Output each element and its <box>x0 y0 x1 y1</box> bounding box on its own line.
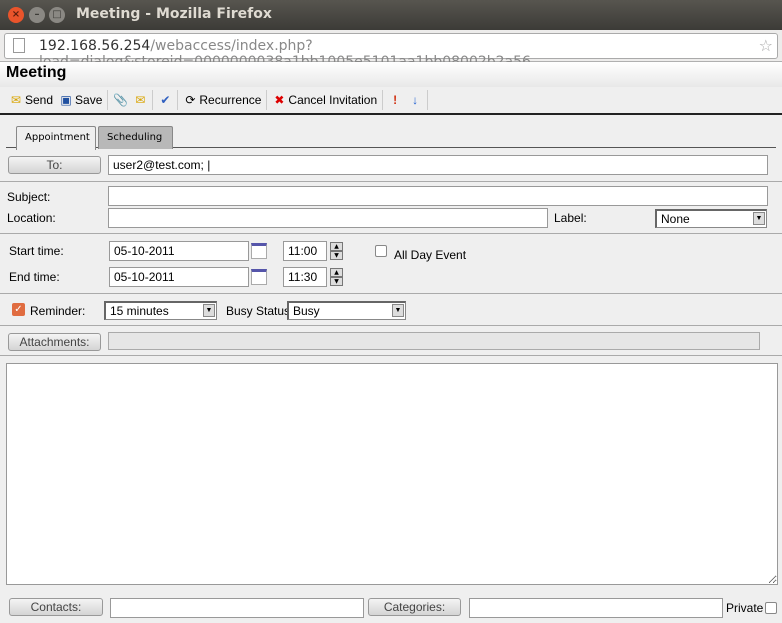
body-textarea[interactable] <box>6 363 778 585</box>
categories-button[interactable]: Categories: <box>368 598 461 616</box>
start-time-input[interactable]: 11:00 <box>283 241 327 261</box>
calendar-icon[interactable] <box>251 269 267 285</box>
all-day-label: All Day Event <box>394 248 467 262</box>
url-input[interactable]: 192.168.56.254/webaccess/index.php?load=… <box>4 33 778 70</box>
toolbar-separator <box>382 90 384 110</box>
low-priority-button[interactable]: ↓ <box>405 89 425 111</box>
user-check-icon: ✔ <box>160 93 171 107</box>
paperclip-icon: 📎 <box>113 93 129 107</box>
reminder-label: Reminder: <box>30 304 86 318</box>
window-title: Meeting - Mozilla Firefox <box>76 6 272 22</box>
bookmark-star-icon[interactable]: ☆ <box>752 36 773 55</box>
end-time-label: End time: <box>9 270 60 284</box>
close-window-button[interactable]: × <box>8 7 24 23</box>
url-host: 192.168.56.254 <box>39 38 151 54</box>
toolbar-separator <box>266 90 268 110</box>
recurrence-icon: ⟳ <box>185 93 196 107</box>
save-label: Save <box>75 93 103 107</box>
reminder-checkbox[interactable]: ✓ <box>12 303 25 316</box>
toolbar-separator <box>107 90 109 110</box>
label-label: Label: <box>554 211 587 225</box>
maximize-window-button[interactable]: □ <box>49 7 65 23</box>
recurrence-label: Recurrence <box>199 93 262 107</box>
recurrence-button[interactable]: ⟳ Recurrence <box>180 89 264 111</box>
divider <box>0 325 782 326</box>
calendar-icon[interactable] <box>251 243 267 259</box>
cancel-invitation-button[interactable]: ✖ Cancel Invitation <box>269 89 380 111</box>
location-input[interactable] <box>108 208 548 228</box>
categories-input[interactable] <box>469 598 723 618</box>
minimize-window-button[interactable]: – <box>29 7 45 23</box>
tab-appointment[interactable]: Appointment <box>16 126 96 150</box>
exclamation-icon: ! <box>393 93 398 107</box>
envelope-attachment-icon: ✉ <box>135 93 146 107</box>
start-time-label: Start time: <box>9 244 64 258</box>
spin-down-icon[interactable]: ▼ <box>330 251 343 260</box>
divider <box>0 293 782 294</box>
cancel-invitation-label: Cancel Invitation <box>288 93 378 107</box>
divider <box>0 181 782 182</box>
toolbar-separator <box>427 90 429 110</box>
label-select[interactable]: None ▼ <box>655 209 767 228</box>
start-date-input[interactable]: 05-10-2011 <box>109 241 249 261</box>
reminder-value: 15 minutes <box>110 304 169 318</box>
spin-down-icon[interactable]: ▼ <box>330 277 343 286</box>
location-label: Location: <box>7 211 56 225</box>
to-input[interactable]: user2@test.com; | <box>108 155 768 175</box>
send-button[interactable]: ✉ Send <box>6 89 56 111</box>
busy-status-label: Busy Status: <box>226 304 294 318</box>
attach-item-button[interactable]: ✉ <box>130 89 150 111</box>
all-day-checkbox[interactable] <box>375 245 387 257</box>
subject-label: Subject: <box>7 190 51 204</box>
busy-status-select[interactable]: Busy ▼ <box>287 301 406 320</box>
floppy-disk-icon: ▣ <box>60 93 72 107</box>
high-priority-button[interactable]: ! <box>385 89 405 111</box>
spin-up-icon[interactable]: ▲ <box>330 268 343 277</box>
contacts-button[interactable]: Contacts: <box>9 598 103 616</box>
contacts-input[interactable] <box>110 598 364 618</box>
busy-status-value: Busy <box>293 304 320 318</box>
envelope-icon: ✉ <box>10 93 22 107</box>
chevron-down-icon: ▼ <box>753 212 765 225</box>
end-date-input[interactable]: 05-10-2011 <box>109 267 249 287</box>
url-bar: 192.168.56.254/webaccess/index.php?load=… <box>0 30 782 70</box>
reminder-select[interactable]: 15 minutes ▼ <box>104 301 217 320</box>
private-checkbox[interactable] <box>765 602 777 614</box>
start-time-spinner[interactable]: ▲ ▼ <box>330 242 343 260</box>
attachments-button[interactable]: Attachments: <box>8 333 101 351</box>
divider <box>0 233 782 234</box>
attach-button[interactable]: 📎 <box>110 89 130 111</box>
toolbar-separator <box>177 90 179 110</box>
toolbar: ✉ Send ▣ Save 📎 ✉ ✔ ⟳ Recurrence ✖ Cancel In… <box>0 87 782 115</box>
send-label: Send <box>25 93 54 107</box>
check-names-button[interactable]: ✔ <box>155 89 175 111</box>
window-titlebar: × – □ Meeting - Mozilla Firefox <box>0 0 782 30</box>
to-button[interactable]: To: <box>8 156 101 174</box>
chevron-down-icon: ▼ <box>392 304 404 317</box>
end-time-spinner[interactable]: ▲ ▼ <box>330 268 343 286</box>
spin-up-icon[interactable]: ▲ <box>330 242 343 251</box>
meeting-dialog: Meeting ✉ Send ▣ Save 📎 ✉ ✔ ⟳ Recurrence ✖ C… <box>0 62 782 623</box>
page-title: Meeting <box>0 62 782 87</box>
calendar-cancel-icon: ✖ <box>274 93 285 107</box>
private-label: Private <box>726 601 764 615</box>
page-icon <box>13 38 25 53</box>
chevron-down-icon: ▼ <box>203 304 215 317</box>
arrow-down-icon: ↓ <box>412 93 419 107</box>
save-button[interactable]: ▣ Save <box>56 89 105 111</box>
divider <box>0 355 782 356</box>
label-value: None <box>661 212 690 226</box>
attachments-field <box>108 332 760 350</box>
toolbar-separator <box>152 90 154 110</box>
subject-input[interactable] <box>108 186 768 206</box>
end-time-input[interactable]: 11:30 <box>283 267 327 287</box>
tab-scheduling[interactable]: Scheduling <box>98 126 173 149</box>
